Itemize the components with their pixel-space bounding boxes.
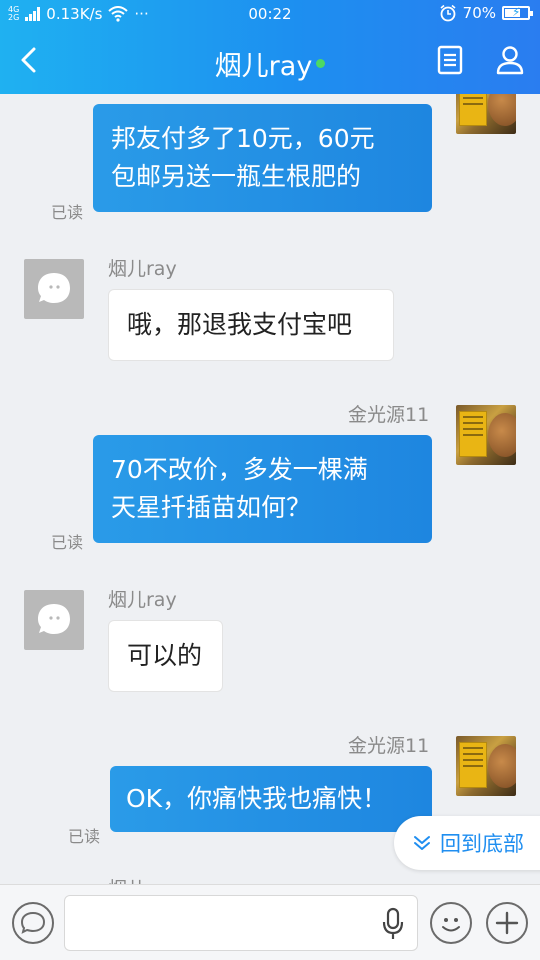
message-text-line: 哦，那退我支付宝吧: [127, 310, 353, 339]
emoji-button[interactable]: [430, 902, 472, 944]
nav-bar: 烟儿ray: [0, 30, 540, 94]
message-text-line: 邦友付多了10元，60元: [111, 124, 375, 153]
message-input[interactable]: [64, 895, 418, 951]
input-bar: [0, 884, 540, 960]
double-chevron-down-icon: [414, 836, 430, 850]
message-text-line: 天星扦插苗如何？: [111, 493, 312, 522]
document-icon[interactable]: [434, 44, 466, 76]
chat-bubble-icon: [20, 911, 46, 934]
other-avatar[interactable]: [24, 259, 84, 319]
bubble-face-icon: [38, 604, 70, 634]
read-receipt: 已读: [51, 533, 84, 552]
message-text-line: 包邮另送一瓶生根肥的: [111, 162, 362, 191]
online-status-dot: [316, 59, 326, 68]
bubble-face-icon: [38, 273, 70, 303]
add-button[interactable]: [486, 902, 528, 944]
sender-name: 金光源11: [348, 735, 430, 757]
person-icon[interactable]: [494, 44, 526, 76]
message-bubble-self[interactable]: 邦友付多了10元，60元 包邮另送一瓶生根肥的: [93, 104, 432, 212]
message-text-line: OK，你痛快我也痛快！: [126, 784, 388, 813]
read-receipt: 已读: [51, 203, 84, 222]
microphone-icon[interactable]: [381, 907, 405, 941]
message-bubble-other[interactable]: 可以的: [108, 620, 223, 692]
back-to-bottom-label: 回到底部: [440, 832, 524, 856]
plus-icon: [495, 911, 519, 935]
self-avatar[interactable]: [456, 94, 516, 134]
self-avatar[interactable]: [456, 736, 516, 796]
message-bubble-other[interactable]: 哦，那退我支付宝吧: [108, 289, 394, 361]
sender-name: 烟儿ray: [108, 258, 177, 280]
smiley-icon: [442, 918, 460, 932]
header: 4G 2G 0.13K/s ··· 00:22 70% ⚡ 烟儿ray: [0, 0, 540, 94]
read-receipt: 已读: [68, 827, 101, 846]
battery-percent: 70%: [462, 4, 496, 22]
contact-name: 烟儿ray: [214, 51, 313, 82]
back-to-bottom-button[interactable]: 回到底部: [394, 816, 540, 870]
message-text-line: 可以的: [127, 641, 203, 670]
self-avatar[interactable]: [456, 405, 516, 465]
message-bubble-self[interactable]: 70不改价，多发一棵满 天星扦插苗如何？: [93, 435, 432, 543]
status-bar: 4G 2G 0.13K/s ··· 00:22 70% ⚡: [0, 0, 540, 30]
message-text-line: 70不改价，多发一棵满: [111, 455, 368, 484]
chat-area[interactable]: 邦友付多了10元，60元 包邮另送一瓶生根肥的 已读 烟儿ray 哦，那退我支付…: [0, 94, 540, 884]
voice-toggle-button[interactable]: [12, 902, 54, 944]
message-bubble-self[interactable]: OK，你痛快我也痛快！: [110, 766, 432, 832]
sender-name: 烟儿ray: [108, 589, 177, 611]
alarm-icon: [440, 4, 456, 22]
sender-name: 烟儿: [108, 874, 146, 884]
other-avatar[interactable]: [24, 590, 84, 650]
sender-name: 金光源11: [348, 404, 430, 426]
battery-icon: ⚡: [502, 5, 533, 20]
